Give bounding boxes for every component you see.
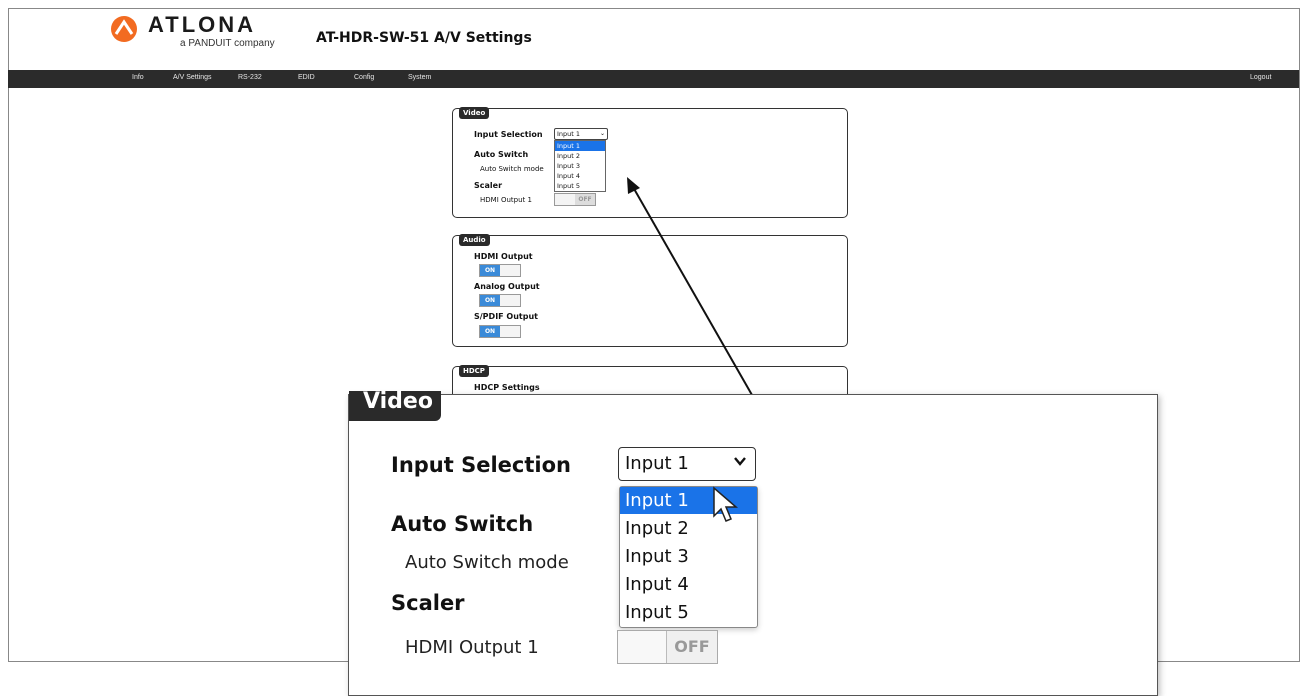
zoom-scaler-label: Scaler [391, 591, 465, 615]
zoom-hdmi-output-1-toggle[interactable]: OFF [617, 630, 718, 664]
toggle-state: OFF [674, 637, 710, 656]
zoom-input-option[interactable]: Input 4 [620, 571, 757, 598]
zoom-input-selection-label: Input Selection [391, 453, 571, 477]
zoom-input-selection-select[interactable]: Input 1 [618, 447, 756, 481]
zoomed-callout: Video Input Selection Input 1 Input 1 In… [348, 391, 1158, 696]
toggle-knob [618, 631, 667, 663]
mouse-pointer-icon [713, 486, 739, 522]
zoom-input-option[interactable]: Input 5 [620, 599, 757, 626]
zoom-auto-switch-label: Auto Switch [391, 512, 534, 536]
zoom-auto-switch-mode-label: Auto Switch mode [405, 552, 569, 573]
zoom-video-tag: Video [349, 391, 441, 421]
zoom-input-selection-value: Input 1 [625, 453, 689, 474]
chevron-down-icon [733, 453, 747, 472]
zoom-input-option[interactable]: Input 3 [620, 543, 757, 570]
zoom-hdmi-output-1-label: HDMI Output 1 [405, 637, 539, 658]
